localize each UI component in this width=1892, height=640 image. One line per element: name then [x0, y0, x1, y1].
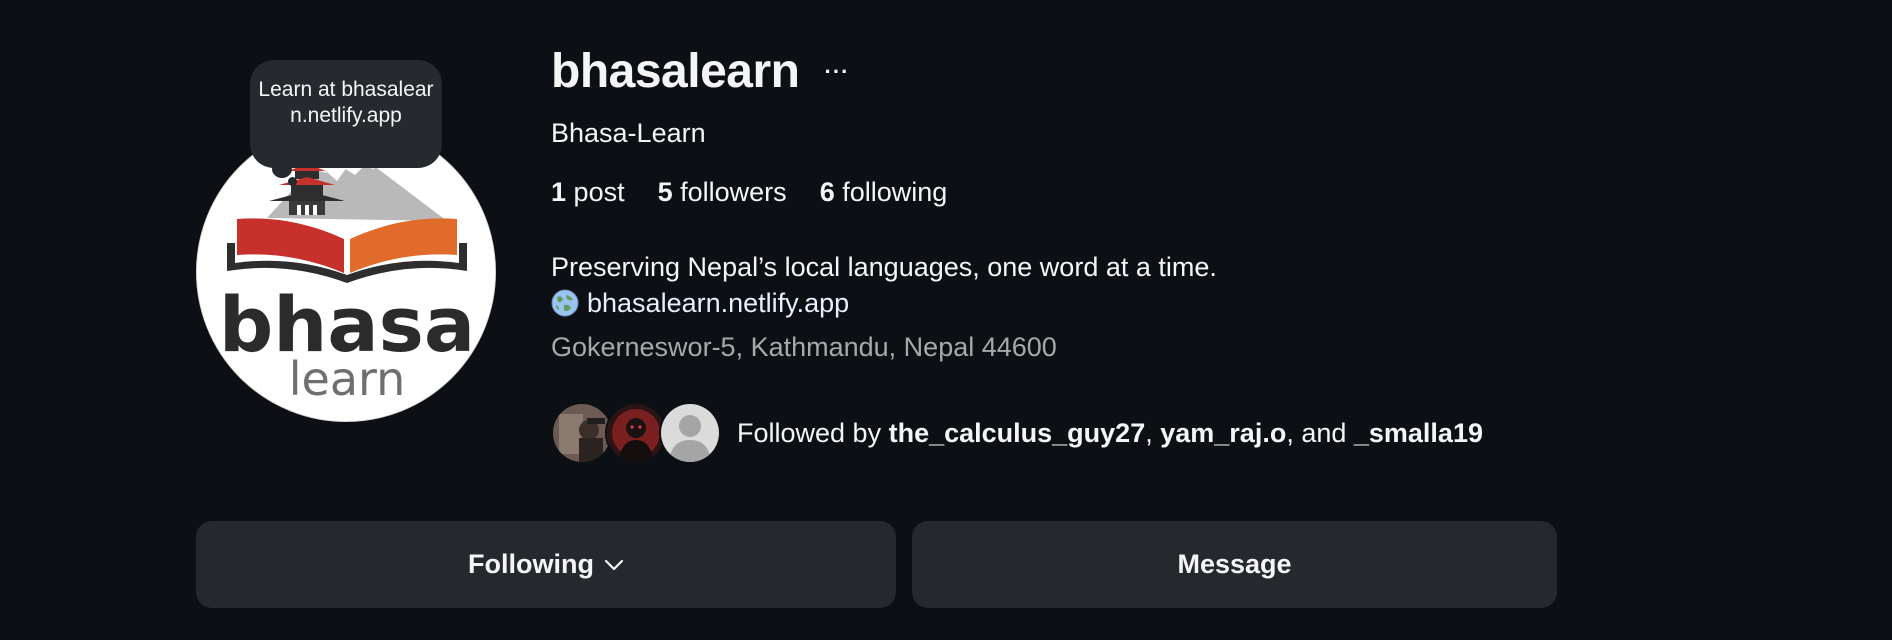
- follower-avatar-2: [605, 402, 667, 464]
- more-options-icon[interactable]: ···: [820, 58, 854, 86]
- profile-note-text: Learn at bhasalearn.netlify.app: [258, 78, 434, 127]
- posts-stat: 1 post: [551, 175, 625, 209]
- message-button-label: Message: [1177, 549, 1292, 579]
- profile-note-bubble[interactable]: Learn at bhasalearn.netlify.app: [250, 60, 442, 168]
- chevron-down-icon: [604, 559, 624, 570]
- note-bubble-tail-dot: [288, 177, 297, 186]
- globe-icon: [551, 289, 579, 317]
- follower-avatar-1: [551, 402, 613, 464]
- profile-bio: Preserving Nepal’s local languages, one …: [551, 252, 1217, 282]
- note-bubble-tail: [272, 160, 292, 178]
- profile-stats: 1 post 5 followers 6 following: [551, 175, 947, 209]
- message-button[interactable]: Message: [912, 521, 1557, 608]
- profile-display-name: Bhasa-Learn: [551, 118, 706, 148]
- following-button-label: Following: [468, 549, 594, 579]
- followed-by-separator-1: ,: [1145, 418, 1161, 448]
- posts-count: 1: [551, 177, 567, 207]
- followed-by-user-2[interactable]: yam_raj.o: [1160, 418, 1286, 448]
- profile-link[interactable]: bhasalearn.netlify.app: [551, 286, 849, 320]
- posts-label: post: [573, 177, 625, 207]
- profile-link-text: bhasalearn.netlify.app: [587, 288, 850, 318]
- following-count: 6: [819, 177, 835, 207]
- followed-by-separator-2: , and: [1286, 418, 1354, 448]
- followers-label: followers: [680, 177, 787, 207]
- following-stat[interactable]: 6 following: [820, 175, 948, 209]
- logo-word-bottom: learn: [289, 352, 406, 406]
- followed-by-prefix: Followed by: [737, 418, 882, 448]
- follower-avatar-3: [659, 402, 721, 464]
- following-label: following: [842, 177, 948, 207]
- followed-by-user-1[interactable]: the_calculus_guy27: [889, 418, 1146, 448]
- following-button[interactable]: Following: [196, 521, 896, 608]
- followed-by-user-3[interactable]: _smalla19: [1354, 418, 1483, 448]
- followed-by-row[interactable]: Followed by the_calculus_guy27, yam_raj.…: [551, 400, 1483, 466]
- followed-by-text: Followed by the_calculus_guy27, yam_raj.…: [737, 416, 1483, 450]
- profile-username: bhasalearn: [551, 45, 800, 98]
- followers-stat[interactable]: 5 followers: [658, 175, 787, 209]
- followers-count: 5: [657, 177, 673, 207]
- profile-address: Gokerneswor-5, Kathmandu, Nepal 44600: [551, 332, 1057, 362]
